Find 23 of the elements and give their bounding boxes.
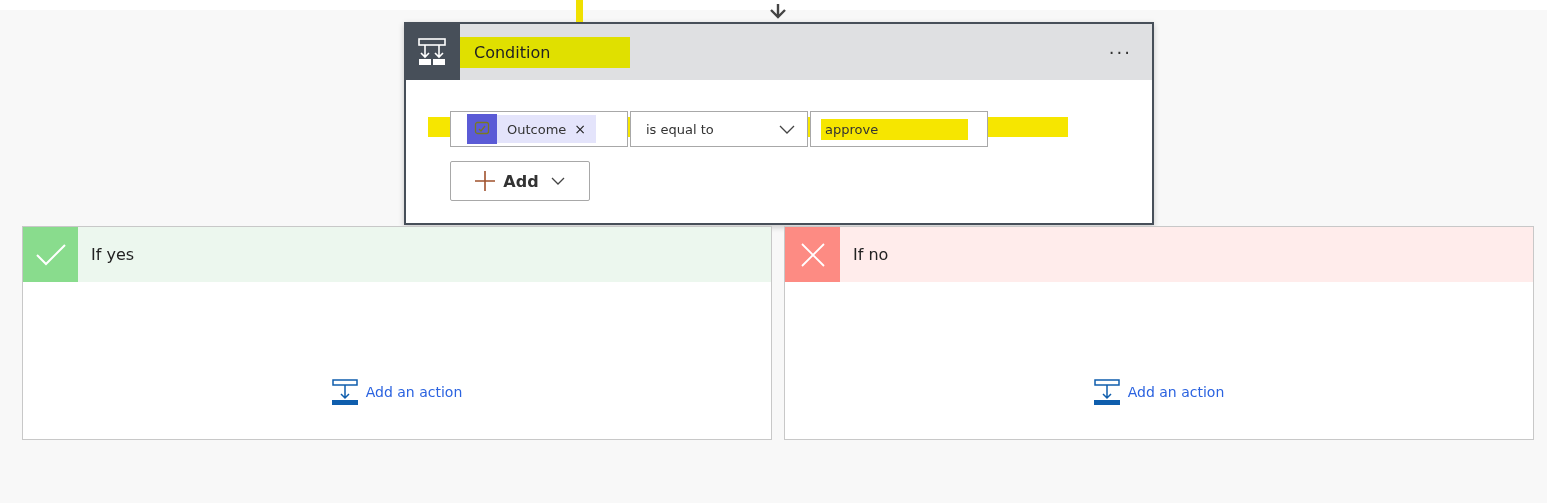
token-field[interactable]: Outcome × bbox=[450, 111, 628, 147]
value-field[interactable]: approve bbox=[810, 111, 988, 147]
branch-title: If no bbox=[853, 245, 889, 264]
add-button[interactable]: Add bbox=[450, 161, 590, 201]
close-icon bbox=[800, 242, 825, 267]
card-title: Condition bbox=[460, 36, 631, 68]
add-step-icon bbox=[331, 379, 358, 405]
operator-dropdown[interactable]: is equal to bbox=[630, 111, 808, 147]
chevron-down-icon bbox=[779, 124, 795, 134]
check-icon bbox=[35, 243, 66, 266]
branch-title: If yes bbox=[91, 245, 135, 264]
plus-icon bbox=[475, 171, 496, 191]
add-step-icon bbox=[1093, 379, 1120, 405]
add-action-link[interactable]: Add an action bbox=[1093, 379, 1225, 405]
approval-icon bbox=[474, 121, 490, 137]
arrow-down-icon bbox=[768, 4, 788, 20]
remove-token-button[interactable]: × bbox=[566, 121, 587, 137]
token-label: Outcome bbox=[507, 121, 567, 137]
add-action-link[interactable]: Add an action bbox=[331, 379, 463, 405]
more-menu-button[interactable]: ··· bbox=[1102, 40, 1138, 64]
condition-icon bbox=[417, 37, 447, 67]
highlight-mark bbox=[576, 0, 583, 22]
chevron-down-icon bbox=[550, 177, 565, 185]
